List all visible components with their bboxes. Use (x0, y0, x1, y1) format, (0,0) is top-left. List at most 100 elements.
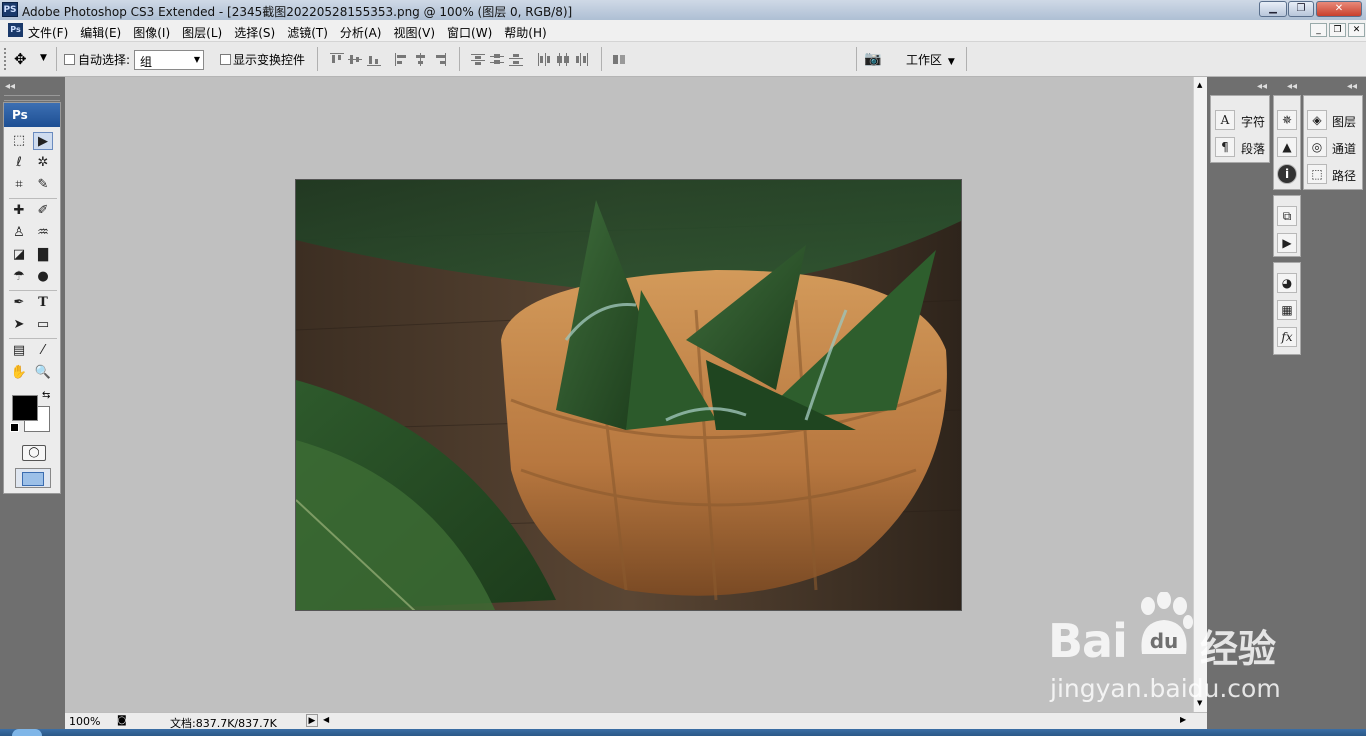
marquee-tool-icon[interactable]: ⬚ (9, 132, 29, 150)
align-left-icon[interactable] (395, 53, 409, 66)
menu-edit[interactable]: 编辑(E) (80, 24, 121, 41)
layers-icon[interactable]: ◈ (1307, 110, 1327, 130)
paragraph-panel-label[interactable]: 段落 (1241, 140, 1265, 157)
default-colors-icon[interactable] (10, 423, 19, 432)
menu-file[interactable]: 文件(F) (28, 24, 68, 41)
quick-mask-icon[interactable]: ◯ (22, 445, 46, 461)
align-vcenter-icon[interactable] (348, 53, 362, 66)
gradient-tool-icon[interactable]: ▇ (33, 246, 53, 264)
menu-help[interactable]: 帮助(H) (504, 24, 546, 41)
shape-tool-icon[interactable]: ▭ (33, 316, 53, 334)
menu-bar: Ps 文件(F) 编辑(E) 图像(I) 图层(L) 选择(S) 滤镜(T) 分… (0, 20, 1366, 42)
scroll-up-icon[interactable]: ▲ (1197, 81, 1202, 89)
lasso-tool-icon[interactable]: ℓ (9, 154, 29, 172)
collapse-dock-icon[interactable]: ◂◂ (1257, 81, 1267, 92)
healing-brush-tool-icon[interactable]: ✚ (9, 202, 29, 220)
paragraph-icon[interactable]: ¶ (1215, 137, 1235, 157)
chevron-down-icon: ▼ (193, 55, 200, 64)
dock-grip[interactable] (4, 95, 60, 101)
character-panel-label[interactable]: 字符 (1241, 113, 1265, 130)
menu-window[interactable]: 窗口(W) (447, 24, 492, 41)
eyedropper-tool-icon[interactable]: ⁄ (33, 342, 53, 360)
paths-icon[interactable]: ⬚ (1307, 164, 1327, 184)
crop-tool-icon[interactable]: ⌗ (9, 176, 29, 194)
channels-icon[interactable]: ◎ (1307, 137, 1327, 157)
color-icon[interactable]: ◕ (1277, 273, 1297, 293)
scroll-left-icon[interactable]: ◀ (323, 715, 329, 724)
path-selection-tool-icon[interactable]: ➤ (9, 316, 29, 334)
doc-minimize-icon[interactable]: _ (1310, 23, 1327, 37)
scroll-right-icon[interactable]: ▶ (1180, 715, 1186, 724)
status-preview-icon[interactable]: ◙ (117, 714, 131, 727)
distribute-right-icon[interactable] (575, 53, 589, 66)
navigator-icon[interactable]: ✵ (1277, 110, 1297, 130)
layers-panel-label[interactable]: 图层 (1332, 113, 1356, 130)
document-image[interactable] (295, 179, 962, 611)
align-hcenter-icon[interactable] (414, 53, 428, 66)
distribute-hcenter-icon[interactable] (556, 53, 570, 66)
menu-analysis[interactable]: 分析(A) (340, 24, 382, 41)
move-tool-icon[interactable]: ▶ (33, 132, 53, 150)
close-icon[interactable]: ✕ (1316, 1, 1362, 17)
menu-view[interactable]: 视图(V) (393, 24, 435, 41)
start-button-icon[interactable] (12, 729, 42, 736)
status-menu-arrow-icon[interactable]: ▶ (306, 714, 318, 727)
histogram-icon[interactable]: ▲ (1277, 137, 1297, 157)
doc-close-icon[interactable]: ✕ (1348, 23, 1365, 37)
minimize-icon[interactable]: ▁ (1259, 1, 1287, 17)
menu-image[interactable]: 图像(I) (133, 24, 170, 41)
screen-mode-icon[interactable] (15, 468, 51, 488)
type-tool-icon[interactable]: T (33, 294, 53, 312)
align-bottom-icon[interactable] (367, 53, 381, 66)
distribute-top-icon[interactable] (471, 53, 485, 66)
menu-layer[interactable]: 图层(L) (182, 24, 222, 41)
blur-tool-icon[interactable]: ☂ (9, 268, 29, 286)
distribute-vcenter-icon[interactable] (490, 53, 504, 66)
menu-filter[interactable]: 滤镜(T) (287, 24, 328, 41)
foreground-color-swatch[interactable] (12, 395, 38, 421)
zoom-level[interactable]: 100% (69, 715, 100, 728)
collapse-dock-icon[interactable]: ◂◂ (1347, 81, 1357, 92)
channels-panel-label[interactable]: 通道 (1332, 140, 1356, 157)
swatches-icon[interactable]: ▦ (1277, 300, 1297, 320)
pen-tool-icon[interactable]: ✒ (9, 294, 29, 312)
dodge-tool-icon[interactable]: ● (33, 268, 53, 286)
show-transform-checkbox[interactable] (220, 54, 231, 65)
character-icon[interactable]: A (1215, 110, 1235, 130)
align-top-icon[interactable] (330, 53, 344, 66)
options-bar: ✥ ▼ 自动选择: 组 ▼ 显示变换控件 📷 工作区 ▼ (0, 42, 1366, 77)
auto-align-layers-icon[interactable] (612, 53, 626, 66)
magic-wand-tool-icon[interactable]: ✲ (33, 154, 53, 172)
collapse-dock-icon[interactable]: ◂◂ (5, 81, 15, 92)
move-tool-preset-icon[interactable]: ✥ (14, 50, 27, 68)
auto-select-checkbox[interactable] (64, 54, 75, 65)
notes-tool-icon[interactable]: ▤ (9, 342, 29, 360)
slice-tool-icon[interactable]: ✎ (33, 176, 53, 194)
menu-select[interactable]: 选择(S) (234, 24, 275, 41)
brush-tool-icon[interactable]: ✐ (33, 202, 53, 220)
maximize-icon[interactable]: ❐ (1288, 1, 1314, 17)
zoom-tool-icon[interactable]: 🔍 (33, 364, 53, 382)
history-icon[interactable]: ⧉ (1277, 206, 1297, 226)
chevron-down-icon[interactable]: ▼ (40, 53, 47, 63)
eraser-tool-icon[interactable]: ◪ (9, 246, 29, 264)
distribute-left-icon[interactable] (537, 53, 551, 66)
doc-restore-icon[interactable]: ❐ (1329, 23, 1346, 37)
hand-tool-icon[interactable]: ✋ (9, 364, 29, 382)
distribute-bottom-icon[interactable] (509, 53, 523, 66)
history-brush-tool-icon[interactable]: ♒ (33, 224, 53, 242)
paths-panel-label[interactable]: 路径 (1332, 167, 1356, 184)
clone-stamp-tool-icon[interactable]: ♙ (9, 224, 29, 242)
options-grip[interactable] (4, 48, 9, 70)
auto-select-dropdown[interactable]: 组 ▼ (134, 50, 204, 70)
bridge-icon[interactable]: 📷 (864, 51, 881, 67)
collapse-dock-icon[interactable]: ◂◂ (1287, 81, 1297, 92)
chevron-down-icon: ▼ (947, 57, 955, 67)
info-icon[interactable]: i (1277, 164, 1297, 184)
actions-icon[interactable]: ▶ (1277, 233, 1297, 253)
workspace-menu[interactable]: 工作区 ▼ (906, 51, 955, 68)
align-right-icon[interactable] (433, 53, 447, 66)
show-transform-label: 显示变换控件 (233, 53, 306, 67)
swap-colors-icon[interactable]: ⇆ (42, 390, 50, 401)
styles-icon[interactable]: fx (1277, 327, 1297, 347)
